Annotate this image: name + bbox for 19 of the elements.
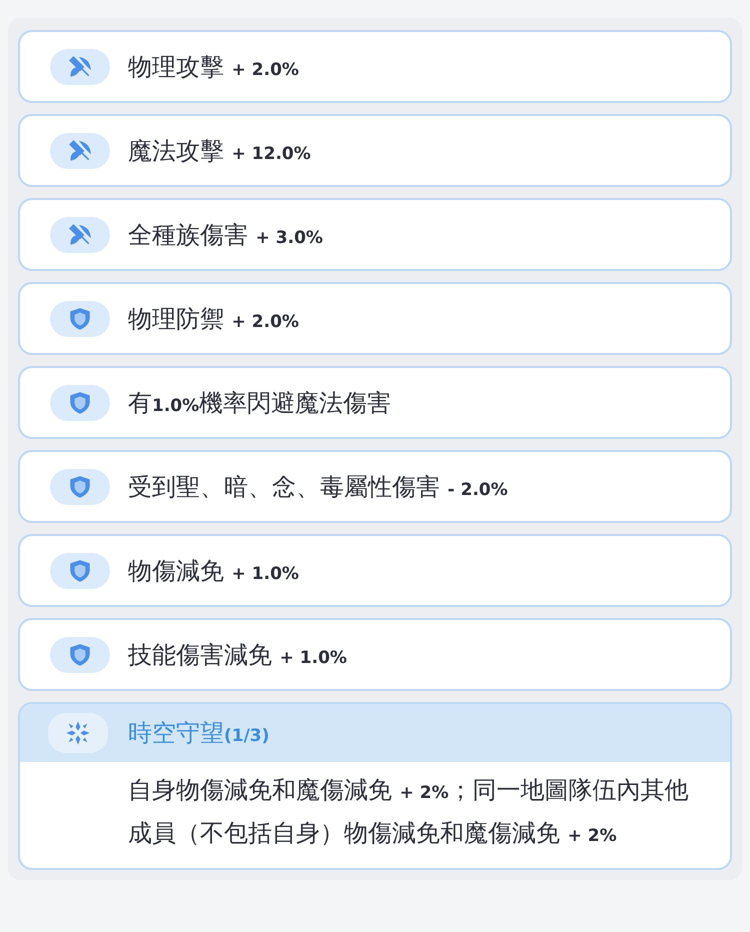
shield-icon: [50, 552, 110, 588]
shield-icon: [50, 384, 110, 420]
effect-text: 物傷減免 + 1.0%: [128, 556, 299, 586]
sword-icon: [50, 132, 110, 168]
effect-text: 物理防禦 + 2.0%: [128, 304, 299, 334]
sword-icon: [50, 216, 110, 252]
effect-text: 魔法攻擊 + 12.0%: [128, 136, 311, 166]
sword-icon: [50, 48, 110, 84]
set-bonus-title: 時空守望(1/3): [128, 718, 270, 749]
snowflake-icon: [48, 713, 108, 753]
effect-text: 受到聖、暗、念、毒屬性傷害 - 2.0%: [128, 472, 508, 502]
shield-icon: [50, 468, 110, 504]
shield-icon: [50, 636, 110, 672]
effect-text: 有1.0%機率閃避魔法傷害: [128, 388, 392, 418]
shield-icon: [50, 300, 110, 336]
effect-text: 全種族傷害 + 3.0%: [128, 220, 323, 250]
set-bonus-description: 自身物傷減免和魔傷減免 + 2%；同一地圖隊伍內其他成員（不包括自身）物傷減免和魔傷減免 + 2%: [127, 775, 690, 849]
effect-text: 技能傷害減免 + 1.0%: [128, 640, 347, 670]
effect-text: 物理攻擊 + 2.0%: [128, 52, 299, 82]
